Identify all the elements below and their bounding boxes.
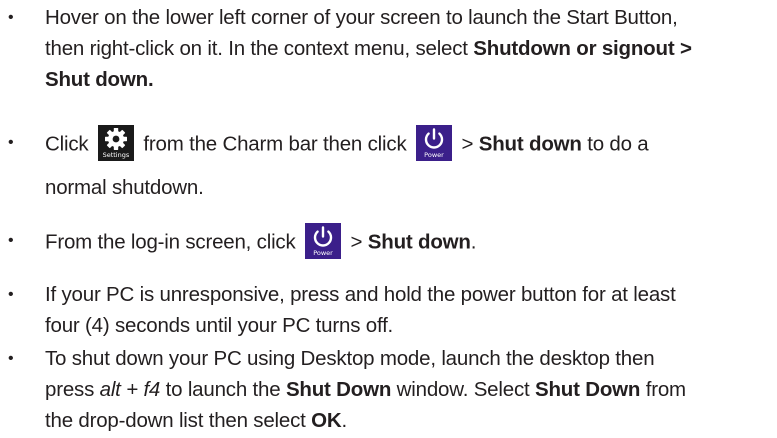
menu-path: Shut down. bbox=[45, 68, 154, 91]
menu-path: Shutdown or signout > bbox=[473, 37, 692, 60]
text-line: the drop-down list then select OK. bbox=[45, 409, 348, 432]
text-line: normal shutdown. bbox=[45, 176, 204, 199]
text-line: four (4) seconds until your PC turns off… bbox=[45, 314, 394, 337]
text-line: From the log-in screen, click Power > Sh… bbox=[45, 223, 770, 261]
item-text: Hover on the lower left corner of your s… bbox=[45, 2, 770, 95]
text-line: To shut down your PC using Desktop mode,… bbox=[45, 347, 655, 370]
settings-tile: Settings bbox=[97, 125, 134, 161]
power-caption: Power bbox=[424, 151, 444, 159]
bullet: • bbox=[8, 9, 14, 26]
item-text: If your PC is unresponsive, press and ho… bbox=[45, 279, 770, 341]
text-line: Shut down. bbox=[45, 64, 770, 95]
text-line: If your PC is unresponsive, press and ho… bbox=[45, 283, 676, 306]
bullet: • bbox=[8, 286, 14, 303]
window-name: Shut Down bbox=[285, 378, 392, 401]
item-text: Click Settings from the Charm bar then c… bbox=[45, 125, 770, 203]
keyboard-shortcut: alt + f4 bbox=[99, 378, 161, 401]
instruction-list: • Hover on the lower left corner of your… bbox=[0, 0, 777, 438]
menu-path: Shut down bbox=[478, 132, 582, 156]
settings-caption: Settings bbox=[102, 151, 130, 159]
text-line: Hover on the lower left corner of your s… bbox=[45, 6, 678, 29]
option-name: Shut Down bbox=[534, 378, 641, 401]
text-line: Click Settings from the Charm bar then c… bbox=[45, 125, 770, 163]
bullet: • bbox=[8, 350, 14, 367]
text-line: then right-click on it. In the context m… bbox=[45, 37, 692, 60]
item-text: From the log-in screen, click Power > Sh… bbox=[45, 223, 770, 261]
power-tile: Power bbox=[305, 223, 342, 259]
power-tile: Power bbox=[416, 125, 452, 161]
power-caption: Power bbox=[313, 249, 333, 257]
bullet: • bbox=[8, 134, 14, 151]
item-text: To shut down your PC using Desktop mode,… bbox=[45, 343, 770, 436]
button-name: OK bbox=[311, 409, 342, 432]
menu-path: Shut down bbox=[367, 230, 471, 254]
text-line: press alt + f4 to launch the Shut Down w… bbox=[45, 378, 686, 401]
bullet: • bbox=[8, 232, 14, 249]
